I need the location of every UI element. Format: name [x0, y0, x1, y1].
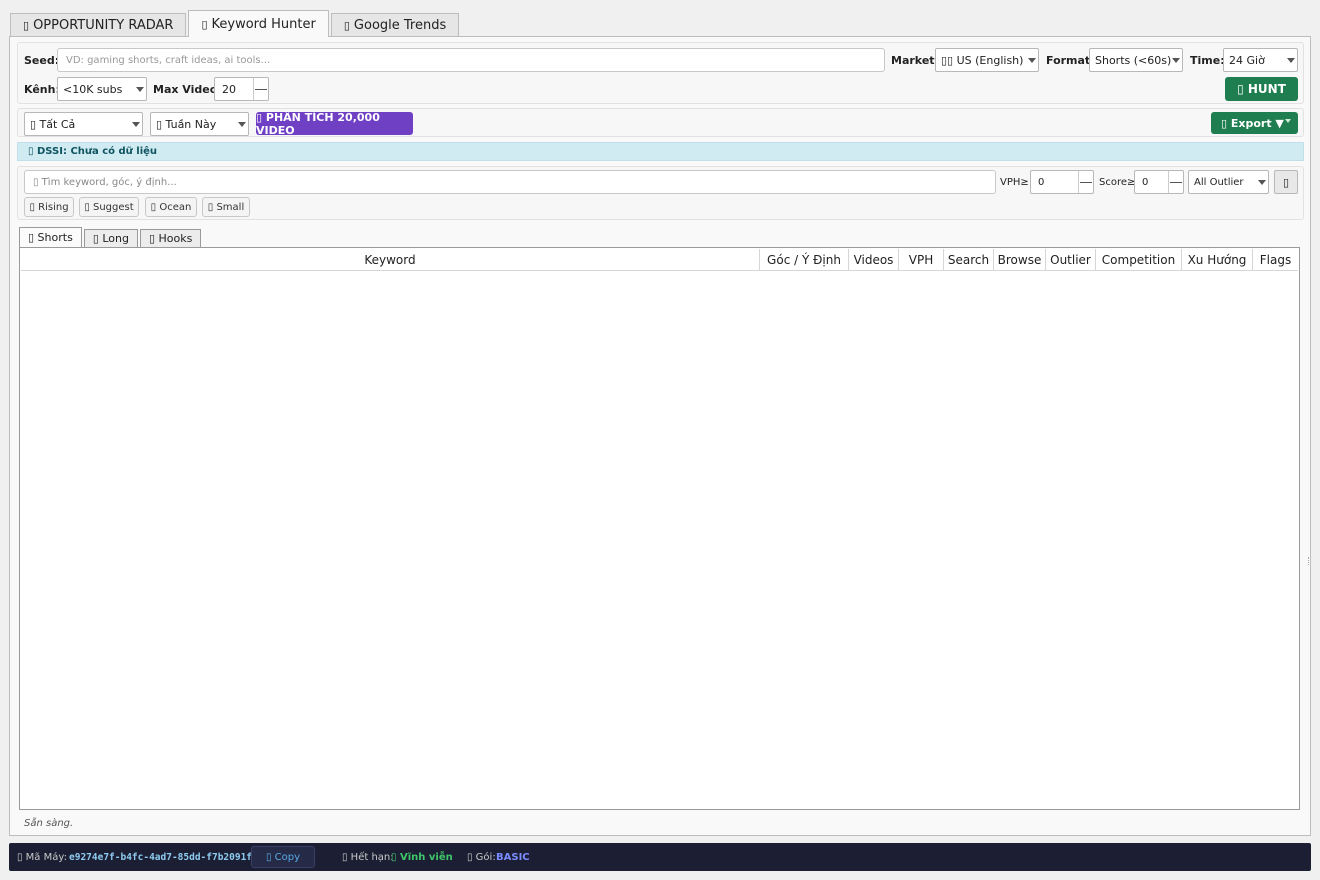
vph-spinbox[interactable]: 0 — [1030, 170, 1094, 194]
column-header-browse[interactable]: Browse — [994, 249, 1046, 270]
spinner-arrows-icon[interactable] — [253, 78, 268, 100]
tab-hooks[interactable]: ▯ Hooks — [139, 229, 202, 247]
license-footer: ▯ Mã Máy: e9274e7f-b4fc-4ad7-85dd-f7b209… — [9, 843, 1311, 871]
spinner-arrows-icon[interactable] — [1168, 171, 1183, 193]
seed-label: Seed: — [24, 54, 60, 67]
hunt-button[interactable]: ▯ HUNT — [1225, 77, 1298, 101]
channel-select[interactable]: <10K subs — [57, 77, 147, 101]
column-header-angle-intent[interactable]: Góc / Ý Định — [760, 249, 849, 270]
score-spinbox[interactable]: 0 — [1134, 170, 1184, 194]
format-label: Format: — [1046, 54, 1095, 67]
column-header-competition[interactable]: Competition — [1096, 249, 1182, 270]
period-select[interactable]: ▯ Tuần Này — [150, 112, 249, 136]
machine-id-value: e9274e7f-b4fc-4ad7-85dd-f7b2091f113d — [69, 851, 275, 863]
category-select[interactable]: ▯ Tất Cả — [24, 112, 143, 136]
column-header-trend[interactable]: Xu Hướng — [1182, 249, 1253, 270]
outlier-select[interactable]: All Outlier — [1188, 170, 1269, 194]
plan-value: BASIC — [496, 851, 530, 863]
analyze-videos-button[interactable]: ▯ PHÂN TÍCH 20,000 VIDEO — [256, 111, 413, 137]
radar-icon: ▯ — [23, 19, 30, 32]
spinner-arrows-icon[interactable] — [1078, 171, 1093, 193]
chevron-down-icon — [1172, 58, 1180, 63]
resize-grip[interactable] — [1308, 557, 1311, 565]
export-label: ▯ Export ▼ — [1221, 116, 1284, 130]
chevron-down-icon — [132, 122, 140, 127]
status-text: Sẵn sàng. — [24, 818, 74, 829]
column-header-search[interactable]: Search — [944, 249, 994, 270]
chip-suggest[interactable]: ▯ Suggest — [79, 197, 139, 217]
outlier-value: All Outlier — [1194, 176, 1244, 188]
format-value: Shorts (<60s) — [1095, 53, 1172, 67]
tab-label: Google Trends — [353, 18, 447, 33]
chevron-down-icon — [238, 122, 246, 127]
export-dropdown-icon[interactable] — [1285, 119, 1291, 123]
machine-id-label: ▯ Mã Máy: — [17, 851, 67, 863]
copy-button[interactable]: ▯ Copy — [251, 846, 315, 868]
chip-small[interactable]: ▯ Small — [202, 197, 250, 217]
result-tab-bar: ▯ Shorts ▯ Long ▯ Hooks — [19, 227, 203, 247]
tab-long[interactable]: ▯ Long — [83, 229, 138, 247]
tab-label: Keyword Hunter — [211, 16, 316, 32]
chevron-down-icon — [1287, 58, 1295, 63]
column-header-videos[interactable]: Videos — [849, 249, 899, 270]
channel-value: <10K subs — [63, 82, 123, 96]
trends-icon: ▯ — [343, 19, 350, 32]
market-value: ▯▯ US (English) — [941, 53, 1024, 67]
column-header-keyword[interactable]: Keyword — [21, 249, 760, 270]
time-label: Time: — [1190, 54, 1225, 67]
chip-rising[interactable]: ▯ Rising — [24, 197, 74, 217]
results-table[interactable]: Keyword Góc / Ý Định Videos VPH Search B… — [19, 247, 1300, 810]
tab-opportunity-radar[interactable]: ▯ OPPORTUNITY RADAR — [10, 13, 187, 37]
tab-shorts[interactable]: ▯ Shorts — [19, 227, 82, 247]
vph-value: 0 — [1038, 176, 1045, 188]
tab-label: OPPORTUNITY RADAR — [33, 18, 174, 33]
keyword-search-input[interactable]: ▯ Tìm keyword, góc, ý định... — [24, 170, 996, 194]
chevron-down-icon — [1258, 180, 1266, 185]
dssi-status-bar: ▯ DSSI: Chưa có dữ liệu — [17, 142, 1304, 161]
keyword-icon: ▯ — [201, 17, 208, 31]
clear-filter-button[interactable]: ▯ — [1274, 170, 1298, 194]
main-tab-bar: ▯ OPPORTUNITY RADAR ▯ Keyword Hunter ▯ G… — [10, 10, 461, 37]
chevron-down-icon — [136, 87, 144, 92]
score-value: 0 — [1142, 176, 1149, 188]
table-header: Keyword Góc / Ý Định Videos VPH Search B… — [21, 249, 1298, 271]
max-video-spinbox[interactable]: 20 — [214, 77, 269, 101]
column-header-vph[interactable]: VPH — [899, 249, 944, 270]
score-label: Score≥ — [1099, 177, 1136, 188]
chip-ocean[interactable]: ▯ Ocean — [145, 197, 197, 217]
max-video-label: Max Video: — [153, 83, 222, 96]
market-select[interactable]: ▯▯ US (English) — [935, 48, 1039, 72]
market-label: Market: — [891, 54, 939, 67]
result-filter-group: ▯ Tìm keyword, góc, ý định... VPH≥ 0 Sco… — [17, 166, 1304, 220]
category-value: ▯ Tất Cả — [30, 117, 76, 131]
time-select[interactable]: 24 Giờ — [1223, 48, 1298, 72]
expiry-value: ▯ Vĩnh viễn — [391, 851, 453, 863]
period-value: ▯ Tuần Này — [156, 117, 217, 131]
clear-icon: ▯ — [1282, 175, 1290, 189]
export-button[interactable]: ▯ Export ▼ — [1211, 112, 1298, 134]
analyze-toolbar: ▯ Tất Cả ▯ Tuần Này ▯ PHÂN TÍCH 20,000 V… — [17, 108, 1304, 137]
tab-google-trends[interactable]: ▯ Google Trends — [330, 13, 460, 37]
expiry-label: ▯ Hết hạn: — [342, 851, 394, 863]
format-select[interactable]: Shorts (<60s) — [1089, 48, 1183, 72]
time-value: 24 Giờ — [1229, 53, 1265, 67]
chevron-down-icon — [1028, 58, 1036, 63]
channel-label: Kênh: — [24, 83, 60, 96]
column-header-flags[interactable]: Flags — [1253, 249, 1298, 270]
hunt-settings-group: Seed: VD: gaming shorts, craft ideas, ai… — [17, 42, 1304, 104]
seed-input[interactable]: VD: gaming shorts, craft ideas, ai tools… — [57, 48, 885, 72]
max-video-value: 20 — [222, 82, 236, 96]
vph-label: VPH≥ — [1000, 177, 1029, 188]
column-header-outlier[interactable]: Outlier — [1046, 249, 1096, 270]
keyword-hunter-panel: Seed: VD: gaming shorts, craft ideas, ai… — [9, 36, 1311, 836]
plan-label: ▯ Gói: — [467, 851, 496, 863]
tab-keyword-hunter[interactable]: ▯ Keyword Hunter — [188, 10, 329, 37]
